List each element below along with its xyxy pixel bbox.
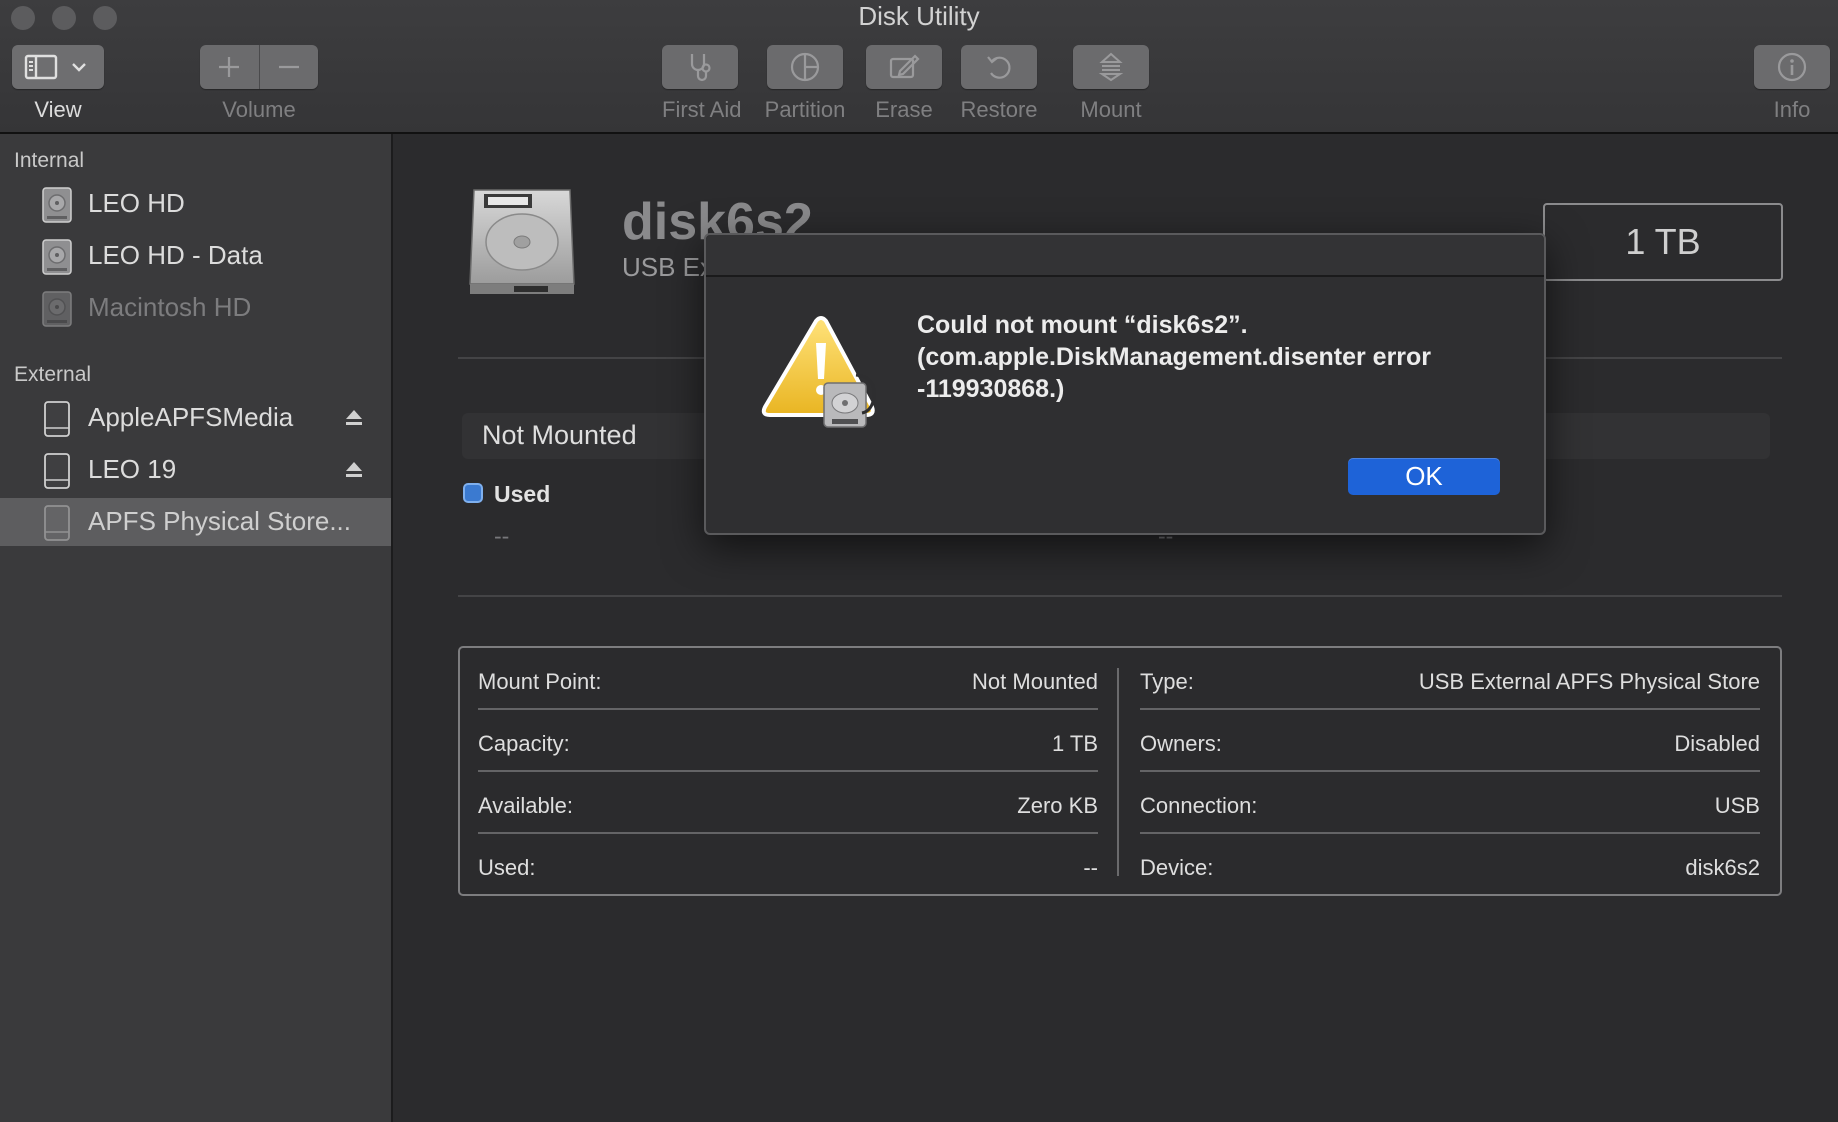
used-legend-label: Used: [494, 481, 551, 507]
mount-button[interactable]: Mount: [1073, 45, 1149, 122]
add-volume-button[interactable]: [200, 54, 259, 80]
info-row-mount-point: Mount Point: Not Mounted: [478, 648, 1098, 710]
external-disk-icon: [44, 453, 70, 489]
info-value: --: [1083, 855, 1098, 880]
volume-control: Volume: [200, 45, 319, 122]
internal-section-header: Internal: [14, 149, 85, 172]
info-key: Owners:: [1140, 731, 1222, 756]
stethoscope-icon: [690, 54, 711, 82]
erase-icon: [889, 54, 920, 79]
info-key: Available:: [478, 793, 573, 818]
info-value: Zero KB: [1017, 793, 1098, 818]
mount-icon: [1098, 52, 1124, 82]
hard-disk-icon: [469, 189, 575, 294]
eject-icon[interactable]: [344, 460, 364, 480]
info-value: USB External APFS Physical Store: [1418, 669, 1760, 694]
sidebar-item-macintosh-hd[interactable]: Macintosh HD: [0, 284, 391, 332]
info-key: Capacity:: [478, 731, 570, 756]
sidebar-item-label: LEO HD - Data: [88, 240, 263, 270]
info-row-used: Used: --: [478, 834, 1098, 896]
alert-message: Could not mount “disk6s2”. (com.apple.Di…: [917, 309, 1507, 405]
info-key: Type:: [1140, 669, 1194, 694]
info-icon: [1777, 52, 1807, 82]
alert-message-line: (com.apple.DiskManagement.disenter error: [917, 343, 1432, 371]
info-key: Device:: [1140, 855, 1214, 880]
restore-icon: [987, 56, 1011, 79]
ok-button[interactable]: OK: [1348, 458, 1500, 495]
internal-disk-icon: [42, 187, 72, 223]
sidebar: Internal LEO HD LEO HD - Data Macintosh …: [0, 134, 393, 1122]
sidebar-icon: [24, 54, 58, 80]
toolbar: Disk Utility View Volume First Aid Parti…: [0, 0, 1838, 134]
alert-message-line: Could not mount “disk6s2”.: [917, 311, 1248, 339]
sidebar-item-label: LEO 19: [88, 454, 177, 484]
info-table-column-divider: [1117, 668, 1119, 876]
info-value: disk6s2: [1685, 855, 1760, 880]
first-aid-button[interactable]: First Aid: [662, 45, 741, 122]
plus-icon: [219, 57, 240, 77]
disk-size-box: 1 TB: [1543, 203, 1783, 281]
volume-label: Volume: [222, 97, 296, 122]
partition-label: Partition: [764, 97, 846, 122]
external-section-header: External: [14, 363, 92, 386]
info-row-capacity: Capacity: 1 TB: [478, 710, 1098, 772]
disk-subtitle: USB Ex: [622, 252, 714, 282]
sidebar-item-label: APFS Physical Store...: [88, 506, 351, 536]
external-disk-icon: [44, 401, 70, 437]
info-key: Used:: [478, 855, 536, 880]
info-label: Info: [1773, 97, 1811, 122]
pie-chart-icon: [790, 52, 820, 82]
info-value: Disabled: [1674, 731, 1760, 756]
restore-button[interactable]: Restore: [960, 45, 1038, 122]
info-button[interactable]: Info: [1754, 45, 1830, 122]
info-row-device: Device: disk6s2: [1140, 834, 1760, 896]
remove-volume-button[interactable]: [260, 54, 319, 80]
first-aid-label: First Aid: [662, 97, 742, 122]
info-key: Mount Point:: [478, 669, 602, 694]
partition-button[interactable]: Partition: [765, 45, 845, 122]
info-value: 1 TB: [1051, 731, 1098, 756]
info-row-type: Type: USB External APFS Physical Store: [1140, 648, 1760, 710]
sidebar-item-label: LEO HD: [88, 188, 185, 218]
minus-icon: [278, 65, 299, 69]
sidebar-item-leo-19[interactable]: LEO 19: [0, 446, 391, 494]
internal-disk-icon: [42, 291, 72, 327]
window-title: Disk Utility: [858, 1, 980, 31]
sidebar-item-apfs-physical-store[interactable]: APFS Physical Store...: [0, 498, 391, 546]
divider: [458, 595, 1782, 597]
sidebar-item-leo-hd[interactable]: LEO HD: [0, 180, 391, 228]
erase-label: Erase: [875, 97, 933, 122]
external-disk-icon: [44, 505, 70, 541]
used-legend-value: --: [494, 523, 510, 549]
alert-titlebar: [706, 235, 1544, 277]
sidebar-item-appleapfsmedia[interactable]: AppleAPFSMedia: [0, 394, 391, 442]
info-row-connection: Connection: USB: [1140, 772, 1760, 834]
mount-label: Mount: [1080, 97, 1142, 122]
info-row-available: Available: Zero KB: [478, 772, 1098, 834]
sidebar-item-leo-hd-data[interactable]: LEO HD - Data: [0, 232, 391, 280]
erase-button[interactable]: Erase: [866, 45, 942, 122]
used-legend-swatch: [463, 483, 483, 503]
restore-label: Restore: [960, 97, 1038, 122]
error-alert-dialog: Could not mount “disk6s2”. (com.apple.Di…: [704, 233, 1546, 535]
eject-icon[interactable]: [344, 408, 364, 428]
view-button[interactable]: View: [12, 45, 104, 122]
sidebar-item-label: AppleAPFSMedia: [88, 402, 294, 432]
info-value: Not Mounted: [972, 669, 1098, 694]
internal-disk-icon: [42, 239, 72, 275]
warning-icon: [761, 316, 876, 428]
info-key: Connection:: [1140, 793, 1258, 818]
view-label: View: [34, 97, 82, 122]
chevron-down-icon: [72, 63, 86, 72]
sidebar-item-label: Macintosh HD: [88, 292, 252, 322]
info-row-owners: Owners: Disabled: [1140, 710, 1760, 772]
info-value: USB: [1714, 793, 1760, 818]
mount-status: Not Mounted: [482, 420, 637, 450]
alert-message-line: -119930868.): [917, 375, 1065, 403]
